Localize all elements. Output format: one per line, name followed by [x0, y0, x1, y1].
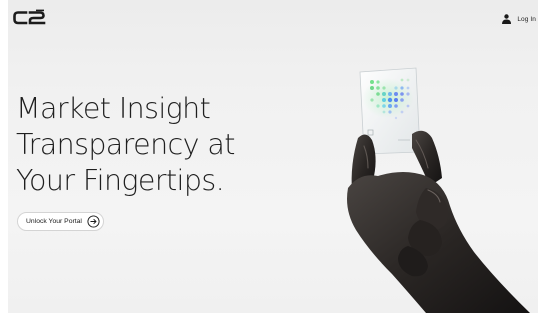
- headline-line-1: Market Insight: [16, 92, 211, 125]
- hand: [347, 130, 530, 313]
- hero-headline: Market Insight Transparency at Your Fing…: [16, 91, 316, 199]
- arrow-right-circle-icon: [87, 215, 100, 228]
- c2-logo-icon[interactable]: C2: [12, 9, 52, 26]
- hero-section: C2 Log In Market Insight Transparency at…: [8, 0, 538, 313]
- login-button[interactable]: Log In: [501, 12, 536, 26]
- person-icon: [502, 14, 512, 24]
- headline-line-2: Transparency at: [16, 128, 235, 161]
- login-label: Log In: [517, 15, 536, 23]
- unlock-portal-label: Unlock Your Portal: [26, 218, 82, 225]
- hand-holding-glass-card-image: [347, 67, 530, 313]
- page: C2 Log In Market Insight Transparency at…: [0, 0, 546, 313]
- top-navigation: C2 Log In: [8, 0, 538, 36]
- unlock-portal-button[interactable]: Unlock Your Portal: [17, 212, 104, 231]
- headline-line-3: Your Fingertips.: [16, 164, 225, 197]
